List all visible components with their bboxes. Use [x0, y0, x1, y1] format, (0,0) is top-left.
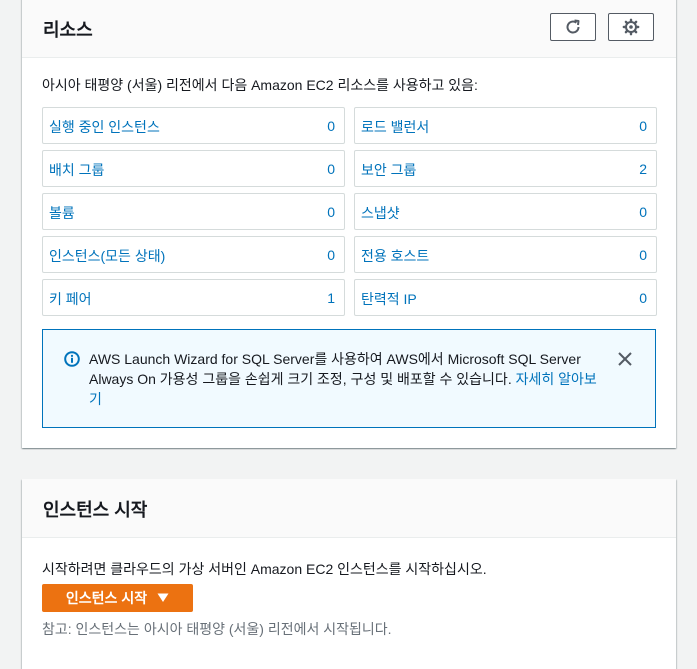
tile-count: 0	[327, 204, 335, 220]
tile-count: 0	[327, 118, 335, 134]
tile-label[interactable]: 탄력적 IP	[361, 289, 417, 309]
launch-instance-panel: 인스턴스 시작 시작하려면 클라우드의 가상 서버인 Amazon EC2 인스…	[22, 479, 676, 669]
tile-label[interactable]: 볼륨	[49, 203, 75, 223]
resources-panel: 리소스 아시아 태평양 (서울) 리전에서 다음 Amazon EC2 리소스를…	[22, 0, 676, 448]
tile-load-balancers[interactable]: 로드 밸런서 0	[354, 107, 657, 144]
tile-count: 0	[639, 290, 647, 306]
tile-label[interactable]: 인스턴스(모든 상태)	[49, 246, 165, 266]
tile-running-instances[interactable]: 실행 중인 인스턴스 0	[42, 107, 345, 144]
settings-button[interactable]	[608, 13, 654, 41]
alert-text: AWS Launch Wizard for SQL Server를 사용하여 A…	[89, 351, 581, 387]
tile-placement-groups[interactable]: 배치 그룹 0	[42, 150, 345, 187]
tile-count: 0	[327, 161, 335, 177]
launch-description: 시작하려면 클라우드의 가상 서버인 Amazon EC2 인스턴스를 시작하십…	[42, 561, 487, 577]
launch-title: 인스턴스 시작	[43, 500, 148, 520]
tile-instances-all-states[interactable]: 인스턴스(모든 상태) 0	[42, 236, 345, 273]
tile-count: 2	[639, 161, 647, 177]
info-icon	[64, 351, 80, 367]
launch-note: 참고: 인스턴스는 아시아 태평양 (서울) 리전에서 시작됩니다.	[42, 621, 392, 637]
tile-label[interactable]: 실행 중인 인스턴스	[49, 117, 160, 137]
tile-count: 1	[327, 290, 335, 306]
alert-message: AWS Launch Wizard for SQL Server를 사용하여 A…	[89, 349, 609, 409]
tile-volumes[interactable]: 볼륨 0	[42, 193, 345, 230]
tile-label[interactable]: 스냅샷	[361, 203, 400, 223]
resources-title: 리소스	[43, 20, 93, 40]
tile-count: 0	[639, 247, 647, 263]
tile-label[interactable]: 로드 밸런서	[361, 117, 429, 137]
gear-icon	[622, 18, 640, 36]
tile-count: 0	[639, 204, 647, 220]
close-icon[interactable]	[617, 351, 633, 367]
tile-label[interactable]: 전용 호스트	[361, 246, 429, 266]
refresh-icon	[566, 19, 580, 34]
tile-security-groups[interactable]: 보안 그룹 2	[354, 150, 657, 187]
info-alert: AWS Launch Wizard for SQL Server를 사용하여 A…	[42, 329, 656, 428]
launch-button-label: 인스턴스 시작	[65, 590, 148, 606]
resources-intro: 아시아 태평양 (서울) 리전에서 다음 Amazon EC2 리소스를 사용하…	[42, 77, 478, 93]
caret-down-icon	[157, 593, 169, 602]
tile-label[interactable]: 보안 그룹	[361, 160, 416, 180]
tile-snapshots[interactable]: 스냅샷 0	[354, 193, 657, 230]
launch-panel-header: 인스턴스 시작	[22, 479, 676, 538]
tile-elastic-ips[interactable]: 탄력적 IP 0	[354, 279, 657, 316]
launch-instance-button[interactable]: 인스턴스 시작	[42, 584, 193, 612]
resources-panel-header: 리소스	[22, 0, 676, 58]
tile-label[interactable]: 키 페어	[49, 289, 92, 309]
refresh-button[interactable]	[550, 13, 596, 41]
tile-dedicated-hosts[interactable]: 전용 호스트 0	[354, 236, 657, 273]
tile-count: 0	[639, 118, 647, 134]
tile-key-pairs[interactable]: 키 페어 1	[42, 279, 345, 316]
tile-label[interactable]: 배치 그룹	[49, 160, 104, 180]
tile-count: 0	[327, 247, 335, 263]
